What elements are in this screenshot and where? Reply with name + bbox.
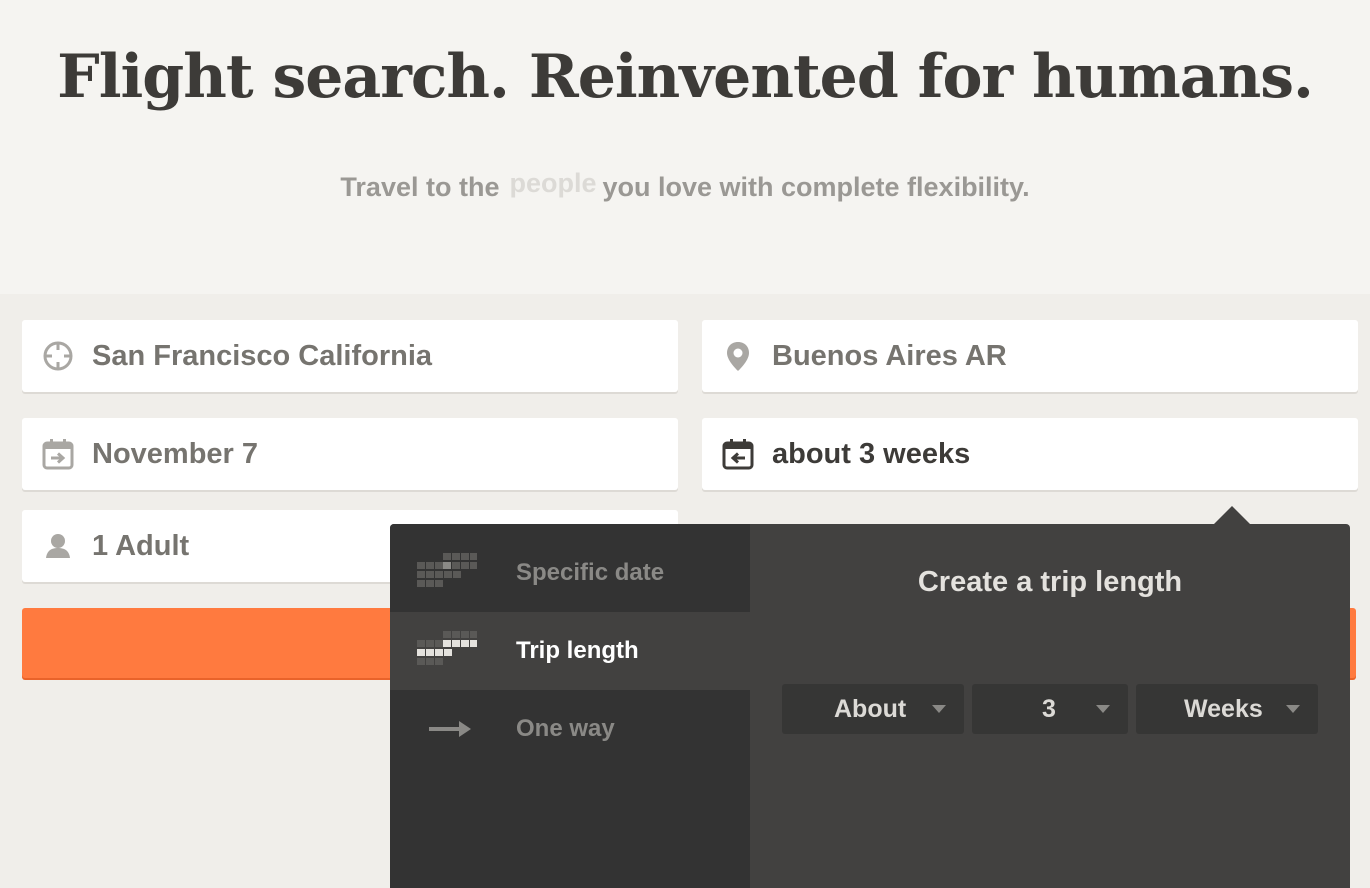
crosshair-icon — [42, 340, 74, 372]
menu-item-label: One way — [516, 715, 615, 742]
date-type-menu: Specific date Trip length One way — [390, 524, 750, 888]
tagline-suffix: you love with complete flexibility. — [602, 172, 1030, 202]
depart-date-value: November 7 — [92, 437, 259, 470]
unit-value: Weeks — [1184, 694, 1263, 723]
calendar-grid-icon — [417, 553, 477, 593]
calendar-return-icon — [722, 438, 754, 470]
passengers-value: 1 Adult — [92, 529, 190, 562]
tagline-rotating-word: people — [509, 168, 597, 198]
qualifier-select[interactable]: About — [782, 684, 964, 734]
menu-item-one-way[interactable]: One way — [390, 690, 750, 768]
page-headline: Flight search. Reinvented for humans. — [57, 42, 1314, 112]
chevron-down-icon — [1286, 705, 1300, 713]
chevron-down-icon — [932, 705, 946, 713]
destination-value: Buenos Aires AR — [772, 339, 1007, 372]
calendar-depart-icon — [42, 438, 74, 470]
menu-item-label: Specific date — [516, 559, 665, 586]
destination-field[interactable]: Buenos Aires AR — [702, 320, 1358, 392]
tagline: Travel to the people you love with complet… — [0, 168, 1370, 203]
arrow-right-icon — [417, 709, 477, 749]
return-date-field[interactable]: about 3 weeks — [702, 418, 1358, 490]
trip-date-popover: Specific date Trip length One way Create… — [390, 506, 1350, 888]
person-icon — [42, 530, 74, 562]
popover-caret — [1214, 506, 1250, 524]
qualifier-value: About — [834, 694, 907, 723]
chevron-down-icon — [1096, 705, 1110, 713]
calendar-range-icon — [417, 631, 477, 671]
depart-date-field[interactable]: November 7 — [22, 418, 678, 490]
tagline-prefix: Travel to the — [340, 172, 500, 202]
origin-value: San Francisco California — [92, 339, 433, 372]
amount-value: 3 — [1042, 694, 1056, 723]
unit-select[interactable]: Weeks — [1136, 684, 1318, 734]
return-date-value: about 3 weeks — [772, 437, 971, 470]
menu-item-specific-date[interactable]: Specific date — [390, 534, 750, 612]
menu-item-trip-length[interactable]: Trip length — [390, 612, 750, 690]
map-pin-icon — [722, 340, 754, 372]
amount-select[interactable]: 3 — [972, 684, 1128, 734]
trip-length-title: Create a trip length — [917, 566, 1183, 598]
hero-section: Flight search. Reinvented for humans. Tr… — [0, 0, 1370, 294]
menu-item-label: Trip length — [516, 637, 639, 664]
origin-field[interactable]: San Francisco California — [22, 320, 678, 392]
